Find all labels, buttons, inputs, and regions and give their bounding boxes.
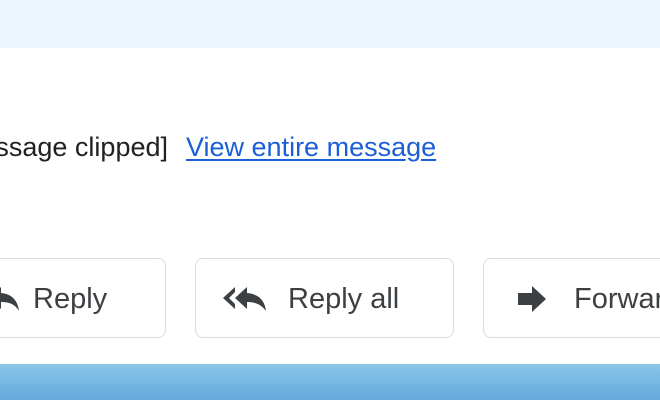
forward-icon <box>518 286 546 312</box>
forward-button[interactable]: Forward <box>483 258 660 338</box>
message-clipped-text: [Message clipped] <box>0 132 168 162</box>
email-view: [Message clipped] View entire message Re… <box>0 0 660 400</box>
footer-band <box>0 364 660 400</box>
reply-label: Reply <box>33 283 108 315</box>
view-entire-message-link[interactable]: View entire message <box>186 130 436 164</box>
reply-icon <box>0 287 19 311</box>
reply-all-label: Reply all <box>288 283 400 315</box>
reply-all-button[interactable]: Reply all <box>195 258 454 338</box>
header-band <box>0 0 660 48</box>
forward-label: Forward <box>574 283 660 315</box>
reply-all-icon <box>223 287 266 311</box>
reply-button[interactable]: Reply <box>0 258 166 338</box>
clipped-message-notice: [Message clipped] View entire message <box>0 130 660 164</box>
